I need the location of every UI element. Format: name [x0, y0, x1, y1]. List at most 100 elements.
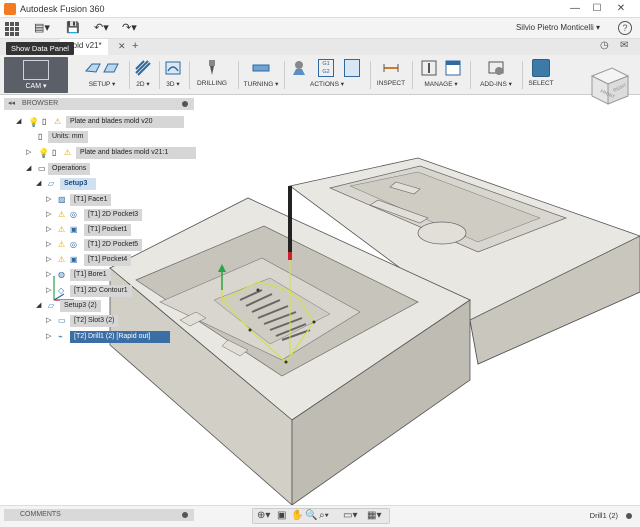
inspect-icon — [383, 64, 399, 72]
expand-arrow-icon[interactable]: ▷ — [46, 224, 51, 236]
zoom-icon[interactable]: 🔍 — [305, 510, 317, 521]
collapse-arrow-icon[interactable]: ◢ — [16, 116, 21, 128]
setup-menu[interactable]: SETUP ▾ — [78, 57, 126, 93]
save-icon[interactable]: 💾 — [66, 21, 80, 36]
document-icon: ▯ — [52, 148, 57, 157]
3d-label: 3D ▾ — [166, 81, 180, 88]
tool-library-icon — [421, 60, 437, 76]
file-menu-icon[interactable]: ▤▾ — [34, 21, 50, 36]
comments-title: COMMENTS — [20, 511, 61, 518]
expand-arrow-icon[interactable]: ▷ — [26, 147, 31, 159]
warning-icon: ⚠ — [58, 225, 66, 234]
setup-icon: ▱ — [48, 179, 55, 188]
manage-menu[interactable]: MANAGE ▾ — [418, 57, 464, 93]
document-icon: ▯ — [42, 117, 47, 126]
undo-icon[interactable]: ↶▾ — [94, 21, 109, 36]
turning-label: TURNING ▾ — [243, 81, 279, 88]
select-icon — [532, 59, 550, 77]
drill-icon — [209, 60, 215, 75]
slot-op-icon: ▭ — [58, 316, 66, 325]
lightbulb-icon[interactable]: 💡 — [28, 116, 39, 128]
workspace-label: CAM ▾ — [25, 83, 47, 90]
tree-item-label: [T2] Drill1 (2) [Rapid out] — [70, 331, 170, 343]
tree-item-label: [T1] 2D Contour1 — [70, 285, 132, 297]
post-process-icon: G1 G2 — [318, 59, 334, 77]
folder-icon: ▭ — [38, 164, 46, 173]
setup-icon: ▱ — [48, 301, 55, 310]
new-tab-icon[interactable]: + — [132, 40, 138, 52]
pocket-op-icon: ◎ — [70, 240, 77, 249]
expand-arrow-icon[interactable]: ▷ — [46, 269, 51, 281]
job-status-icon[interactable]: ◷ — [600, 40, 609, 51]
tree-item-label: Operations — [48, 163, 91, 175]
3d-menu[interactable]: 3D ▾ — [162, 57, 184, 93]
tree-item-label: [T1] Face1 — [70, 194, 112, 206]
inspect-menu[interactable]: INSPECT — [376, 57, 406, 93]
warning-icon: ⚠ — [54, 117, 62, 126]
tree-item-label: Setup3 (2) — [60, 300, 101, 312]
2d-menu[interactable]: 2D ▾ — [132, 57, 154, 93]
expand-arrow-icon[interactable]: ▷ — [46, 194, 51, 206]
warning-icon: ⚠ — [58, 240, 66, 249]
tree-item-label: [T1] Pocket1 — [84, 224, 132, 236]
addins-menu[interactable]: ADD-INS ▾ — [476, 57, 516, 93]
select-label: SELECT — [528, 80, 554, 87]
3d-icon — [165, 61, 181, 75]
pocket-op-icon: ◎ — [70, 210, 77, 219]
fit-icon[interactable]: ⌕▾ — [319, 510, 329, 521]
expand-arrow-icon[interactable]: ▷ — [46, 331, 51, 343]
cam-workspace-icon — [23, 60, 49, 80]
help-icon[interactable]: ? — [618, 21, 632, 35]
manage-label: MANAGE ▾ — [424, 81, 458, 88]
actions-menu[interactable]: G1 G2 ACTIONS ▾ — [288, 57, 366, 93]
data-panel-grid-icon[interactable] — [4, 21, 20, 36]
lightbulb-icon[interactable]: 💡 — [38, 147, 49, 159]
browser-tree: ◢ 💡 ▯ ⚠ Plate and blades mold v20 ▯ Unit… — [0, 95, 196, 355]
expand-arrow-icon[interactable]: ▷ — [46, 239, 51, 251]
grid-settings-icon[interactable]: ▦▾ — [367, 510, 381, 521]
contour-op-icon: ◇ — [58, 286, 65, 295]
tree-item-label: Plate and blades mold v20 — [66, 116, 184, 128]
expand-arrow-icon[interactable]: ▷ — [46, 254, 51, 266]
orbit-icon[interactable]: ⊕▾ — [257, 510, 270, 521]
face-op-icon: ▨ — [58, 195, 66, 204]
simulate-icon — [293, 61, 305, 75]
display-settings-icon[interactable]: ▭▾ — [343, 510, 357, 521]
close-window-button[interactable]: ✕ — [614, 2, 628, 16]
expand-arrow-icon[interactable]: ▷ — [46, 315, 51, 327]
collapse-arrow-icon[interactable]: ◢ — [36, 178, 41, 190]
status-pin-icon[interactable] — [626, 513, 632, 520]
tree-item-label: [T1] 2D Pocket5 — [84, 239, 143, 251]
comments-pin-icon[interactable] — [182, 512, 188, 518]
document-icon: ▯ — [38, 132, 43, 141]
drilling-button[interactable]: DRILLING — [194, 57, 230, 93]
drilling-label: DRILLING — [197, 80, 227, 87]
pan-icon[interactable]: ✋ — [291, 510, 303, 521]
expand-arrow-icon[interactable]: ▷ — [46, 285, 51, 297]
warning-icon: ⚠ — [58, 210, 66, 219]
close-tab-icon[interactable]: ✕ — [118, 41, 126, 52]
title-bar: Autodesk Fusion 360 — ☐ ✕ — [0, 0, 640, 18]
look-at-icon[interactable]: ▣ — [277, 510, 286, 521]
tree-item-label: Plate and blades mold v21:1 — [76, 147, 196, 159]
turning-menu[interactable]: TURNING ▾ — [242, 57, 280, 93]
workspace-switcher-button[interactable]: CAM ▾ — [4, 57, 68, 93]
notifications-icon[interactable]: ✉ — [620, 40, 628, 51]
maximize-button[interactable]: ☐ — [590, 2, 604, 16]
redo-icon[interactable]: ↷▾ — [122, 21, 137, 36]
user-account-menu[interactable]: Silvio Pietro Monticelli ▾ — [516, 23, 600, 32]
quick-access-bar: ▤▾ 💾 ↶▾ ↷▾ Silvio Pietro Monticelli ▾ ? — [0, 18, 640, 39]
window-title: Autodesk Fusion 360 — [20, 4, 105, 14]
fusion-logo-icon — [4, 3, 16, 15]
tree-item-label: [T1] Bore1 — [70, 269, 111, 281]
collapse-arrow-icon[interactable]: ◢ — [36, 300, 41, 312]
ribbon-toolbar: CAM ▾ SETUP ▾ 2D ▾ 3D ▾ DRILLING TURNING… — [0, 55, 640, 95]
expand-arrow-icon[interactable]: ▷ — [46, 209, 51, 221]
comments-panel-header[interactable]: COMMENTS — [4, 509, 194, 521]
inspect-label: INSPECT — [376, 80, 406, 87]
minimize-button[interactable]: — — [568, 2, 582, 16]
tree-item-label: [T1] Pocket4 — [84, 254, 132, 266]
collapse-arrow-icon[interactable]: ◢ — [26, 163, 31, 175]
select-menu[interactable]: SELECT — [526, 57, 556, 93]
selection-status: Drill1 (2) — [590, 511, 632, 520]
